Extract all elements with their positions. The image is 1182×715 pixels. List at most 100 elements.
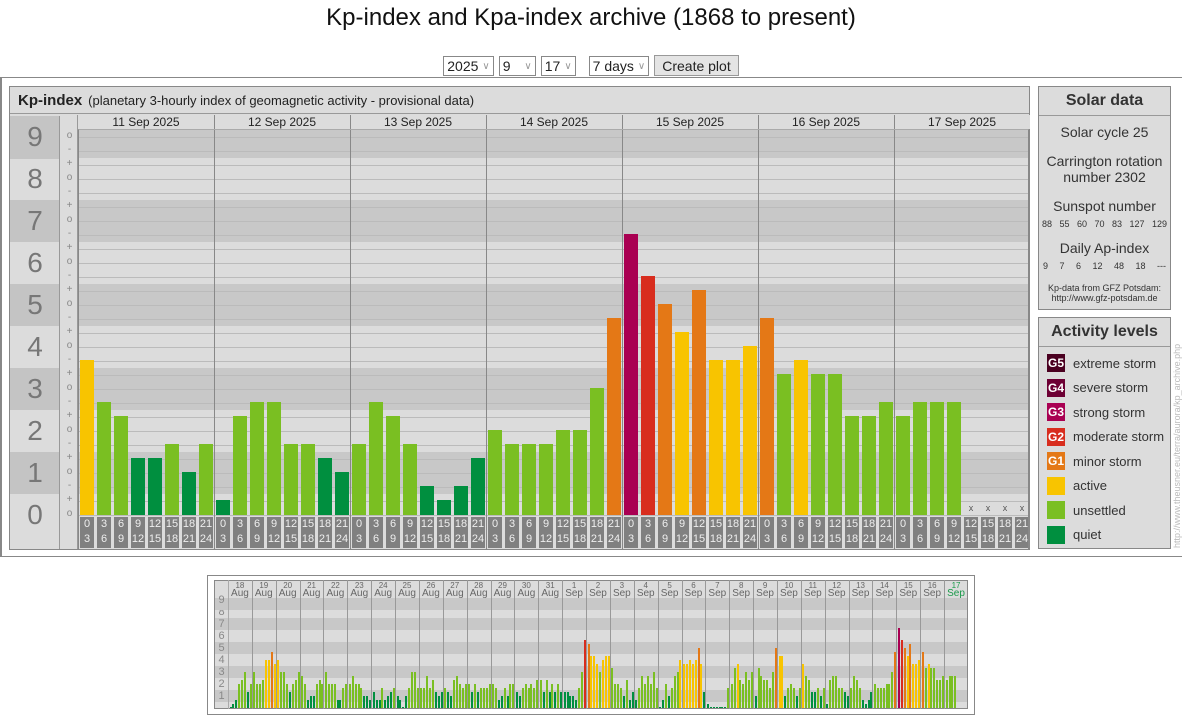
time-slot-label: 12 15: [828, 517, 842, 548]
kp-bar: [335, 472, 349, 515]
overview-level-label: 7: [218, 618, 225, 630]
overview-day-divider: [657, 580, 659, 709]
sub-level-label: o: [66, 424, 73, 435]
sub-level-label: o: [66, 214, 73, 225]
overview-month-label: Aug: [493, 588, 512, 599]
overview-bar: [315, 684, 318, 708]
create-plot-button[interactable]: Create plot: [654, 55, 739, 76]
overview-day-divider: [824, 580, 826, 709]
overview-bar: [712, 707, 715, 708]
overview-bar: [453, 680, 456, 708]
legend-swatch: G4: [1047, 378, 1065, 397]
overview-bar: [318, 680, 321, 708]
gridline: [78, 249, 1029, 250]
overview-month-label: Sep: [636, 588, 655, 599]
time-slot-label: 18 21: [454, 517, 468, 548]
overview-bar: [638, 687, 641, 708]
time-slot-label: 12 15: [964, 517, 978, 548]
kp-bar: [641, 276, 655, 515]
kp-bar: [80, 360, 94, 515]
chevron-down-icon: ∨: [482, 60, 490, 72]
overview-level-label: 1: [218, 690, 225, 702]
kp-bar: [522, 444, 536, 515]
carrington-label: Carrington rotation: [1046, 153, 1163, 169]
year-select[interactable]: 2025 ∨: [443, 56, 494, 76]
overview-bar: [294, 680, 297, 708]
time-slot-label: 12 15: [284, 517, 298, 548]
overview-bar: [933, 668, 936, 708]
time-slot-label: 3 6: [505, 517, 519, 548]
source-link[interactable]: http://www.gfz-potsdam.de: [1039, 293, 1170, 303]
carrington-number: number 2302: [1063, 169, 1146, 185]
divider: [0, 77, 1182, 78]
time-slot-label: 6 9: [522, 517, 536, 548]
overview-bar: [390, 692, 393, 708]
sub-level-label: +: [66, 368, 73, 379]
overview-bar: [381, 687, 384, 708]
time-slot-label: 15 18: [709, 517, 723, 548]
overview-axis: [228, 580, 229, 709]
sub-level-label: -: [67, 270, 72, 281]
activity-levels-heading: Activity levels: [1039, 318, 1170, 347]
day-label: 15 Sep 2025: [622, 115, 758, 129]
overview-bar: [664, 684, 667, 708]
time-slot-label: 18 21: [182, 517, 196, 548]
overview-bar: [876, 687, 879, 708]
kp-bar: [811, 374, 825, 515]
legend-label: unsettled: [1073, 502, 1126, 518]
overview-level-label: 6: [218, 630, 225, 642]
sub-level-label: -: [67, 312, 72, 323]
overview-bar: [596, 663, 599, 708]
overview-bar: [808, 680, 811, 708]
sub-level-label: +: [66, 452, 73, 463]
day-label: 17 Sep 2025: [894, 115, 1030, 129]
overview-bar: [304, 684, 306, 708]
time-slot-label: 21 24: [199, 517, 213, 548]
overview-bar: [336, 699, 339, 708]
time-slot-label: 9 12: [267, 517, 281, 548]
ap-label: Daily Ap-index: [1059, 240, 1150, 256]
overview-bar: [518, 696, 521, 708]
overview-bar: [921, 651, 924, 708]
overview-bar: [683, 663, 686, 708]
overview-bar: [864, 704, 867, 708]
overview-bar: [936, 680, 939, 708]
sub-level-label: o: [66, 172, 73, 183]
legend-item: G4 severe storm: [1039, 376, 1170, 401]
kp-bar: [913, 402, 927, 515]
time-slot-label: 0 3: [896, 517, 910, 548]
sub-level-label: o: [66, 466, 73, 477]
overview-band: [215, 630, 967, 642]
time-slot-label: 15 18: [301, 517, 315, 548]
level-label: 1: [27, 457, 43, 488]
overview-bar: [575, 699, 578, 708]
overview-bar: [548, 692, 551, 708]
kp-bar: [505, 444, 519, 515]
level-label: 4: [27, 331, 43, 362]
overview-day-divider: [633, 580, 635, 709]
overview-bar: [333, 684, 336, 708]
overview-bar: [748, 680, 751, 708]
time-slot-label: 9 12: [947, 517, 961, 548]
overview-bar: [246, 692, 249, 708]
sub-level-label: -: [67, 228, 72, 239]
time-slot-label: 0 3: [624, 517, 638, 548]
overview-bar: [709, 707, 712, 708]
legend-item: G5 extreme storm: [1039, 351, 1170, 376]
time-slot-label: 0 3: [216, 517, 230, 548]
month-select[interactable]: 9 ∨: [498, 56, 536, 76]
time-slot-label: 9 12: [539, 517, 553, 548]
gridline: [78, 179, 1029, 180]
day-select[interactable]: 17 ∨: [540, 56, 576, 76]
solar-data-panel: Solar data Solar cycle 25 Carrington rot…: [1038, 86, 1171, 310]
overview-month-label: Sep: [612, 588, 631, 599]
range-select[interactable]: 7 days ∨: [588, 56, 650, 76]
overview-bar: [867, 699, 870, 708]
overview-band: [215, 598, 967, 610]
legend-item: G3 strong storm: [1039, 400, 1170, 425]
overview-bar: [545, 680, 548, 708]
level-label: 3: [27, 373, 43, 404]
overview-bar: [897, 627, 900, 708]
time-slot-label: 15 18: [165, 517, 179, 548]
overview-bar: [837, 687, 840, 708]
